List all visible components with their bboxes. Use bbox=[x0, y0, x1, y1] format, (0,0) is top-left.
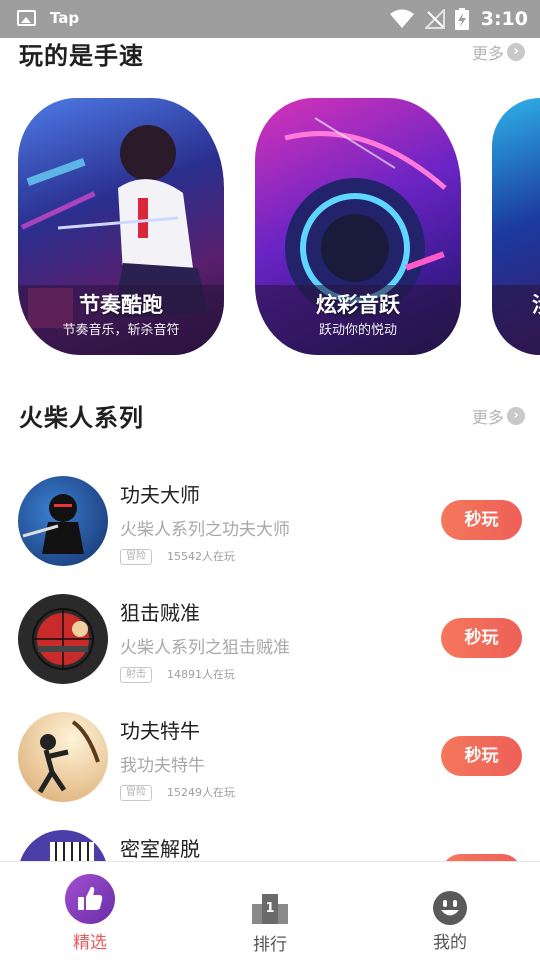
game-card-rhythm-run[interactable]: 节奏酷跑 节奏音乐，斩杀音符 bbox=[18, 98, 224, 355]
list-item[interactable]: 功夫特牛 我功夫特牛 冒险 15249人在玩 秒玩 bbox=[0, 712, 540, 812]
nav-tab-ranking[interactable]: 1 排行 bbox=[210, 862, 330, 960]
game-description: 火柴人系列之狙击贼准 bbox=[120, 638, 290, 658]
nav-label: 排行 bbox=[253, 935, 287, 955]
section-title-speed: 玩的是手速 bbox=[19, 42, 144, 70]
status-time: 3:10 bbox=[480, 8, 528, 30]
nav-label: 我的 bbox=[433, 933, 467, 953]
bottom-nav: 精选 1 排行 我的 bbox=[0, 861, 540, 960]
game-card-partial[interactable]: 涉 bbox=[492, 98, 540, 355]
svg-text:1: 1 bbox=[265, 901, 274, 916]
list-item[interactable]: 功夫大师 火柴人系列之功夫大师 冒险 15542人在玩 秒玩 bbox=[0, 476, 540, 576]
card-title: 节奏酷跑 bbox=[79, 293, 163, 317]
game-card-color-jump[interactable]: 炫彩音跃 跃动你的悦动 bbox=[255, 98, 461, 355]
instant-play-button[interactable]: 秒玩 bbox=[441, 736, 522, 776]
game-icon bbox=[18, 712, 108, 802]
section-title-stickman: 火柴人系列 bbox=[19, 404, 144, 432]
genre-tag: 冒险 bbox=[120, 549, 152, 565]
more-link-stickman[interactable]: 更多 › bbox=[472, 404, 525, 428]
game-name: 密室解脱 bbox=[120, 837, 200, 861]
smiley-face-icon bbox=[433, 891, 467, 925]
chevron-right-icon: › bbox=[507, 407, 525, 425]
instant-play-button[interactable]: 秒玩 bbox=[441, 618, 522, 658]
player-count: 15542人在玩 bbox=[167, 550, 235, 563]
no-signal-icon bbox=[424, 9, 445, 29]
card-title: 涉 bbox=[532, 289, 540, 319]
status-bar: Tap 3:10 bbox=[0, 0, 540, 38]
instant-play-button[interactable]: 秒玩 bbox=[441, 500, 522, 540]
status-icons: 3:10 bbox=[389, 6, 528, 32]
nav-tab-featured[interactable]: 精选 bbox=[30, 862, 150, 960]
player-count: 15249人在玩 bbox=[167, 786, 235, 799]
genre-tag: 冒险 bbox=[120, 785, 152, 801]
nav-tab-mine[interactable]: 我的 bbox=[390, 862, 510, 960]
battery-charging-icon bbox=[454, 8, 469, 30]
genre-tag: 射击 bbox=[120, 667, 152, 683]
game-name: 功夫大师 bbox=[120, 483, 200, 507]
game-description: 火柴人系列之功夫大师 bbox=[120, 520, 290, 540]
rank-podium-icon: 1 bbox=[252, 894, 288, 924]
card-title: 炫彩音跃 bbox=[316, 293, 400, 317]
list-item[interactable]: 狙击贼准 火柴人系列之狙击贼准 射击 14891人在玩 秒玩 bbox=[0, 594, 540, 694]
more-label: 更多 bbox=[471, 44, 504, 63]
wifi-icon bbox=[389, 9, 414, 28]
game-icon bbox=[18, 594, 108, 684]
game-icon bbox=[18, 476, 108, 566]
card-subtitle: 跃动你的悦动 bbox=[318, 323, 397, 338]
status-app-name: Tap bbox=[50, 9, 80, 27]
chevron-right-icon: › bbox=[507, 43, 525, 61]
game-name: 狙击贼准 bbox=[120, 601, 200, 625]
nav-label: 精选 bbox=[73, 933, 107, 953]
game-name: 功夫特牛 bbox=[120, 719, 200, 743]
image-icon bbox=[17, 10, 36, 26]
more-link-speed[interactable]: 更多 › bbox=[472, 40, 525, 64]
more-label: 更多 bbox=[471, 408, 504, 427]
card-subtitle: 节奏音乐，斩杀音符 bbox=[62, 323, 180, 338]
thumbs-up-icon bbox=[65, 874, 115, 924]
game-description: 我功夫特牛 bbox=[120, 756, 205, 776]
player-count: 14891人在玩 bbox=[167, 668, 235, 681]
